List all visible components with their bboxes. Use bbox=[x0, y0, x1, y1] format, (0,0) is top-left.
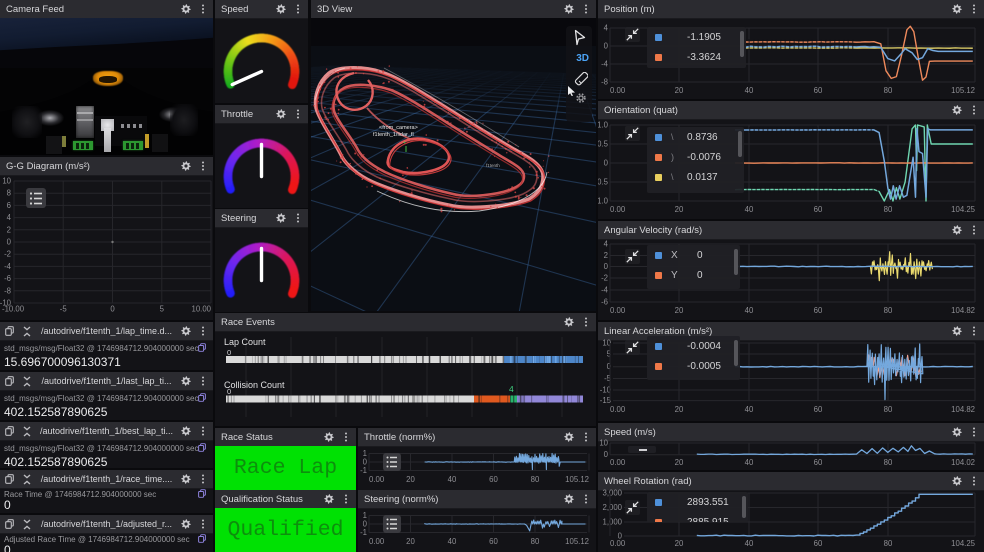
svg-text:4: 4 bbox=[604, 240, 609, 249]
svg-text:-8: -8 bbox=[601, 78, 608, 87]
svg-text:20: 20 bbox=[406, 537, 415, 546]
svg-text:0.00: 0.00 bbox=[610, 458, 626, 467]
svg-text:-4: -4 bbox=[601, 286, 609, 295]
svg-text:20: 20 bbox=[675, 539, 684, 548]
svg-text:Collision Count: Collision Count bbox=[224, 380, 285, 390]
svg-text:0: 0 bbox=[604, 42, 609, 51]
svg-text:-6: -6 bbox=[601, 298, 608, 307]
svg-text:-1.0: -1.0 bbox=[598, 197, 609, 206]
svg-text:0: 0 bbox=[227, 387, 231, 396]
svg-text:104.82: 104.82 bbox=[951, 405, 975, 414]
svg-text:<from_camera>: <from_camera> bbox=[379, 125, 418, 131]
svg-text:10.00: 10.00 bbox=[191, 305, 211, 314]
svg-text:0.00: 0.00 bbox=[610, 86, 626, 95]
svg-text:60: 60 bbox=[489, 475, 498, 484]
svg-text:40: 40 bbox=[745, 405, 754, 414]
svg-text:-1: -1 bbox=[360, 466, 367, 475]
svg-text:0.00: 0.00 bbox=[610, 539, 626, 548]
svg-text:0.00: 0.00 bbox=[369, 475, 385, 484]
svg-text:-1: -1 bbox=[360, 528, 367, 537]
svg-text:40: 40 bbox=[745, 86, 754, 95]
svg-text:-8: -8 bbox=[4, 286, 11, 295]
svg-text:60: 60 bbox=[814, 539, 823, 548]
svg-text:6: 6 bbox=[7, 201, 11, 210]
svg-text:40: 40 bbox=[448, 475, 457, 484]
svg-text:10: 10 bbox=[2, 177, 11, 186]
svg-text:2: 2 bbox=[7, 225, 11, 234]
svg-text:80: 80 bbox=[884, 86, 893, 95]
svg-text:0: 0 bbox=[604, 262, 609, 271]
svg-text:20: 20 bbox=[675, 405, 684, 414]
svg-text:f1tenth: f1tenth bbox=[486, 163, 500, 168]
svg-text:0.00: 0.00 bbox=[610, 405, 626, 414]
svg-text:10: 10 bbox=[599, 439, 608, 448]
svg-text:20: 20 bbox=[675, 306, 684, 315]
svg-text:0: 0 bbox=[227, 348, 231, 357]
svg-text:1.0: 1.0 bbox=[598, 121, 609, 130]
svg-text:104.25: 104.25 bbox=[951, 205, 976, 214]
svg-text:40: 40 bbox=[448, 537, 457, 546]
svg-text:60: 60 bbox=[814, 205, 823, 214]
svg-text:1,000: 1,000 bbox=[602, 518, 622, 527]
svg-text:80: 80 bbox=[884, 205, 893, 214]
svg-text:80: 80 bbox=[884, 458, 893, 467]
svg-text:60: 60 bbox=[814, 405, 823, 414]
svg-text:-5: -5 bbox=[60, 305, 68, 314]
svg-text:4: 4 bbox=[509, 384, 514, 394]
svg-text:105.12: 105.12 bbox=[951, 86, 975, 95]
svg-text:60: 60 bbox=[814, 458, 823, 467]
svg-text:0: 0 bbox=[7, 238, 12, 247]
svg-text:104.25: 104.25 bbox=[951, 539, 976, 548]
svg-text:0.00: 0.00 bbox=[369, 537, 385, 546]
svg-text:60: 60 bbox=[489, 537, 498, 546]
svg-text:2,000: 2,000 bbox=[602, 503, 622, 512]
svg-text:0: 0 bbox=[110, 305, 115, 314]
svg-text:5: 5 bbox=[607, 350, 612, 359]
svg-text:-4: -4 bbox=[4, 262, 12, 271]
svg-text:105.12: 105.12 bbox=[565, 537, 589, 546]
svg-text:20: 20 bbox=[406, 475, 415, 484]
svg-text:-2: -2 bbox=[4, 250, 11, 259]
svg-text:5: 5 bbox=[160, 305, 165, 314]
svg-text:0: 0 bbox=[607, 362, 612, 371]
svg-text:80: 80 bbox=[884, 405, 893, 414]
svg-text:40: 40 bbox=[745, 205, 754, 214]
svg-text:4: 4 bbox=[7, 213, 12, 222]
svg-text:80: 80 bbox=[884, 539, 893, 548]
svg-text:20: 20 bbox=[675, 458, 684, 467]
svg-text:0.00: 0.00 bbox=[610, 205, 626, 214]
svg-text:80: 80 bbox=[531, 475, 540, 484]
svg-text:20: 20 bbox=[675, 205, 684, 214]
svg-text:40: 40 bbox=[745, 539, 754, 548]
svg-text:105.12: 105.12 bbox=[565, 475, 589, 484]
svg-text:2: 2 bbox=[604, 251, 608, 260]
svg-text:4: 4 bbox=[604, 24, 609, 33]
svg-text:0: 0 bbox=[604, 450, 609, 459]
svg-text:3,000: 3,000 bbox=[602, 489, 622, 498]
svg-text:60: 60 bbox=[814, 86, 823, 95]
svg-text:80: 80 bbox=[884, 306, 893, 315]
svg-text:20: 20 bbox=[675, 86, 684, 95]
svg-text:Lap Count: Lap Count bbox=[224, 337, 266, 347]
svg-text:-2: -2 bbox=[601, 274, 608, 283]
svg-text:-5: -5 bbox=[604, 374, 612, 383]
svg-text:-6: -6 bbox=[4, 274, 11, 283]
svg-text:+: + bbox=[403, 140, 406, 146]
svg-text:40: 40 bbox=[745, 306, 754, 315]
svg-text:104.02: 104.02 bbox=[951, 458, 975, 467]
svg-text:-4: -4 bbox=[601, 60, 609, 69]
svg-text:0.00: 0.00 bbox=[610, 306, 626, 315]
svg-text:40: 40 bbox=[745, 458, 754, 467]
svg-text:0.5: 0.5 bbox=[598, 140, 609, 149]
svg-text:104.82: 104.82 bbox=[951, 306, 975, 315]
svg-text:60: 60 bbox=[814, 306, 823, 315]
svg-text:0: 0 bbox=[604, 159, 609, 168]
svg-text:-0.5: -0.5 bbox=[598, 178, 609, 187]
svg-text:-10.00: -10.00 bbox=[2, 305, 25, 314]
svg-text:f1tenth_1/lidar_fl: f1tenth_1/lidar_fl bbox=[373, 132, 414, 138]
svg-text:80: 80 bbox=[531, 537, 540, 546]
svg-text:8: 8 bbox=[7, 189, 11, 198]
